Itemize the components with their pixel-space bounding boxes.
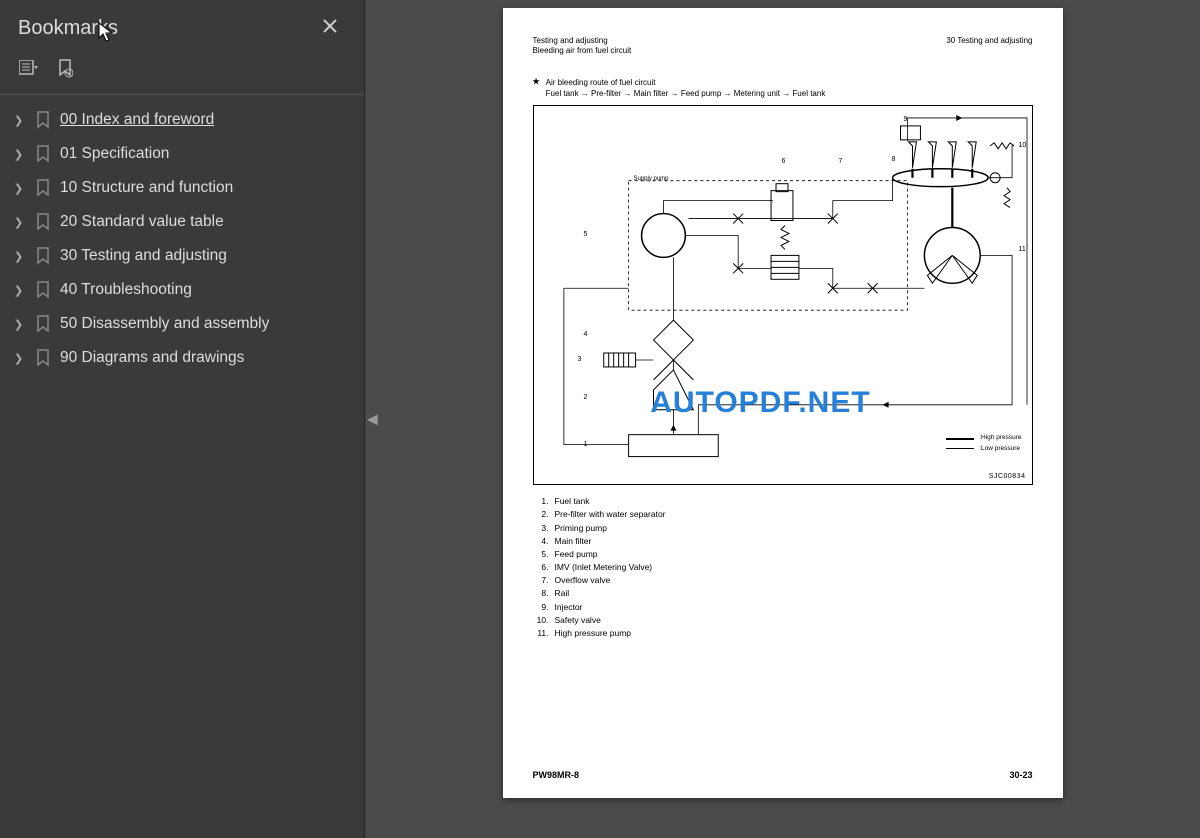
sidebar-title: Bookmarks — [18, 17, 118, 40]
fuel-circuit-diagram: 5 4 3 2 1 6 7 8 9 10 11 Supply pump :Hig… — [533, 105, 1033, 485]
chevron-right-icon[interactable]: ❯ — [14, 216, 28, 229]
collapse-sidebar-handle[interactable]: ◀ — [365, 401, 380, 438]
bullet-note: ★ Air bleeding route of fuel circuit Fue… — [533, 77, 1033, 99]
bookmark-item-diagrams[interactable]: ❯ 90 Diagrams and drawings — [0, 341, 364, 375]
bookmark-item-disassembly[interactable]: ❯ 50 Disassembly and assembly — [0, 307, 364, 341]
find-current-bookmark-button[interactable] — [54, 58, 76, 80]
callout-11: 11 — [1019, 246, 1026, 253]
list-item: 5.Feed pump — [533, 548, 1033, 561]
diagram-id: SJC00834 — [989, 473, 1026, 480]
chevron-right-icon[interactable]: ❯ — [14, 148, 28, 161]
chevron-right-icon[interactable]: ❯ — [14, 250, 28, 263]
parts-list: 1.Fuel tank 2.Pre-filter with water sepa… — [533, 495, 1033, 640]
callout-2: 2 — [584, 394, 588, 401]
list-item: 8.Rail — [533, 587, 1033, 600]
bookmark-item-troubleshooting[interactable]: ❯ 40 Troubleshooting — [0, 273, 364, 307]
bookmark-icon — [36, 280, 52, 300]
callout-3: 3 — [578, 356, 582, 363]
chevron-right-icon[interactable]: ❯ — [14, 114, 28, 127]
callout-7: 7 — [839, 158, 843, 165]
bookmark-item-testing[interactable]: ❯ 30 Testing and adjusting — [0, 239, 364, 273]
bookmark-label: 50 Disassembly and assembly — [60, 315, 269, 333]
bookmarks-options-button[interactable] — [18, 58, 40, 80]
legend-low: :Low pressure — [979, 444, 1020, 454]
chevron-right-icon[interactable]: ❯ — [14, 352, 28, 365]
chevron-right-icon[interactable]: ❯ — [14, 318, 28, 331]
list-item: 11.High pressure pump — [533, 627, 1033, 640]
chevron-right-icon[interactable]: ❯ — [14, 182, 28, 195]
bookmark-label: 30 Testing and adjusting — [60, 247, 227, 265]
page-footer: PW98MR-8 30-23 — [533, 770, 1033, 780]
bookmark-label: 10 Structure and function — [60, 179, 233, 197]
thin-line-icon — [946, 448, 974, 449]
page-header-left: Testing and adjusting Bleeding air from … — [533, 36, 632, 57]
list-item: 3.Priming pump — [533, 522, 1033, 535]
bookmark-icon — [36, 178, 52, 198]
callout-9: 9 — [904, 116, 908, 123]
watermark-text: AUTOPDF.NET — [650, 386, 870, 420]
bookmarks-list: ❯ 00 Index and foreword ❯ 01 Specificati… — [0, 95, 364, 383]
supply-pump-label: Supply pump — [634, 176, 669, 182]
bookmark-icon — [36, 314, 52, 334]
callout-5: 5 — [584, 231, 588, 238]
bookmark-label: 01 Specification — [60, 145, 169, 163]
list-item: 6.IMV (Inlet Metering Valve) — [533, 561, 1033, 574]
bookmark-item-structure[interactable]: ❯ 10 Structure and function — [0, 171, 364, 205]
list-item: 4.Main filter — [533, 535, 1033, 548]
chevron-right-icon[interactable]: ❯ — [14, 284, 28, 297]
pdf-page: Testing and adjusting Bleeding air from … — [503, 8, 1063, 798]
bullet-title: Air bleeding route of fuel circuit — [546, 77, 826, 88]
bookmark-item-standard-value[interactable]: ❯ 20 Standard value table — [0, 205, 364, 239]
bookmark-label: 20 Standard value table — [60, 213, 224, 231]
list-item: 9.Injector — [533, 601, 1033, 614]
bookmark-icon — [36, 110, 52, 130]
pressure-legend: :High pressure :Low pressure — [946, 433, 1021, 454]
bullet-route: Fuel tank → Pre-filter → Main filter → F… — [546, 88, 826, 99]
thick-line-icon — [946, 438, 974, 440]
list-item: 10.Safety valve — [533, 614, 1033, 627]
sidebar-toolbar — [0, 50, 364, 95]
bookmark-icon — [36, 246, 52, 266]
list-item: 7.Overflow valve — [533, 574, 1033, 587]
list-options-icon — [19, 60, 39, 78]
bookmark-label: 90 Diagrams and drawings — [60, 349, 244, 367]
callout-6: 6 — [782, 158, 786, 165]
close-icon — [322, 18, 338, 34]
bookmark-ribbon-icon — [57, 59, 73, 79]
header-topic: Bleeding air from fuel circuit — [533, 46, 632, 56]
callout-8: 8 — [892, 156, 896, 163]
bookmark-item-specification[interactable]: ❯ 01 Specification — [0, 137, 364, 171]
bookmarks-sidebar: Bookmarks ❯ 00 Index and foreword ❯ 01 S… — [0, 0, 365, 838]
footer-model: PW98MR-8 — [533, 770, 580, 780]
sidebar-header: Bookmarks — [0, 0, 364, 50]
callout-10: 10 — [1019, 142, 1027, 149]
bookmark-icon — [36, 348, 52, 368]
page-header: Testing and adjusting Bleeding air from … — [533, 36, 1033, 57]
legend-high: :High pressure — [979, 433, 1021, 443]
star-icon: ★ — [533, 77, 540, 99]
list-item: 2.Pre-filter with water separator — [533, 508, 1033, 521]
bookmark-icon — [36, 144, 52, 164]
header-section-title: Testing and adjusting — [533, 36, 632, 46]
bookmark-icon — [36, 212, 52, 232]
bookmark-label: 00 Index and foreword — [60, 111, 214, 129]
list-item: 1.Fuel tank — [533, 495, 1033, 508]
bookmark-label: 40 Troubleshooting — [60, 281, 192, 299]
page-header-right: 30 Testing and adjusting — [946, 36, 1032, 57]
document-viewport[interactable]: ◀ Testing and adjusting Bleeding air fro… — [365, 0, 1200, 838]
callout-1: 1 — [584, 441, 588, 448]
bookmark-item-index[interactable]: ❯ 00 Index and foreword — [0, 103, 364, 137]
close-sidebar-button[interactable] — [314, 13, 346, 44]
callout-4: 4 — [584, 331, 588, 338]
footer-page-number: 30-23 — [1009, 770, 1032, 780]
